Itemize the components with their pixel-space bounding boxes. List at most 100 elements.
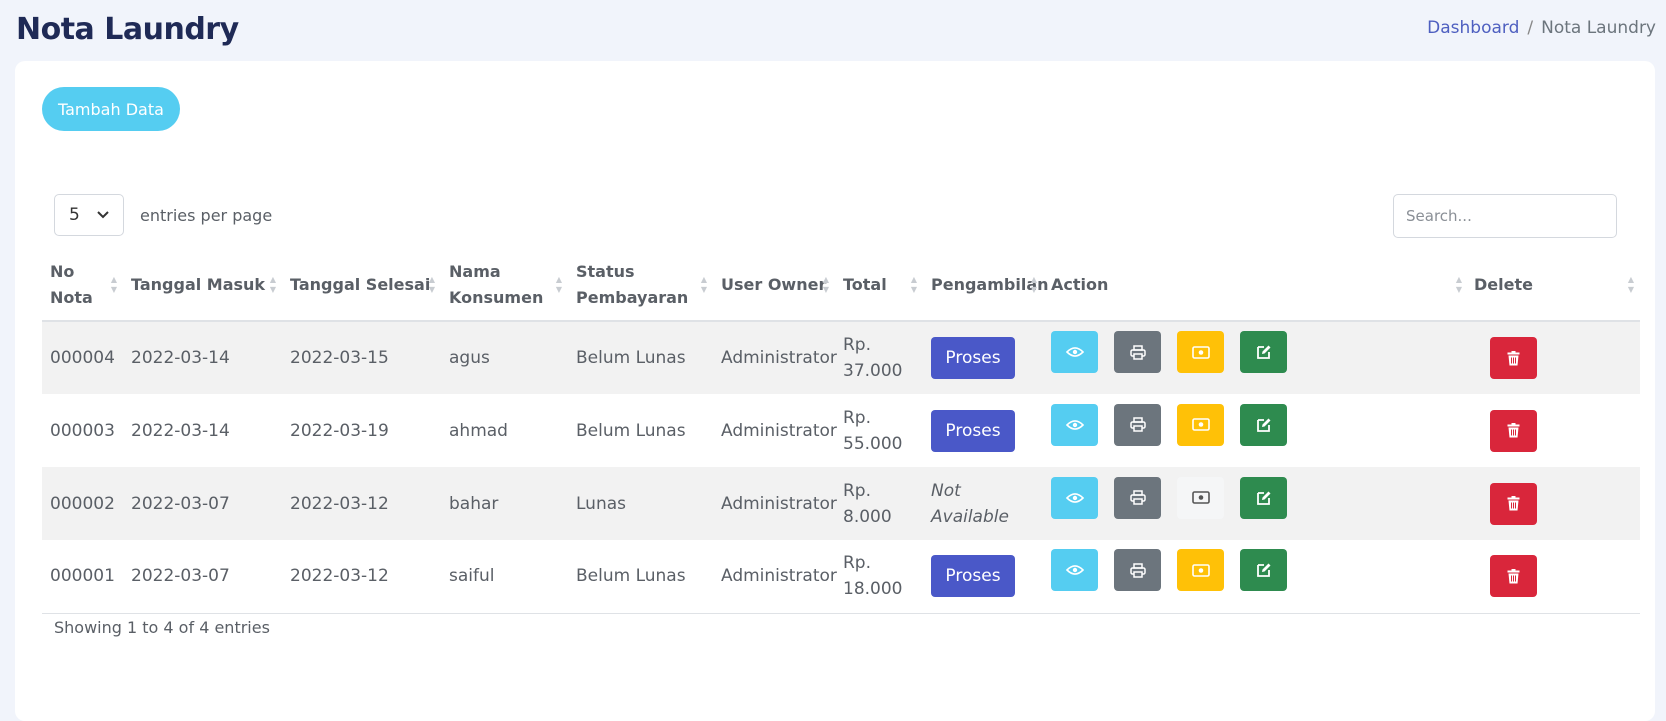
edit-icon bbox=[1256, 562, 1272, 578]
cell-nama: agus bbox=[449, 348, 490, 368]
entries-control: 5 entries per page bbox=[54, 194, 272, 236]
cell-no: 000004 bbox=[50, 348, 115, 368]
delete-button[interactable] bbox=[1490, 409, 1537, 452]
column-header-label: Total bbox=[843, 274, 887, 294]
table-row: 000003 2022-03-14 2022-03-19 ahmad Belum Lun… bbox=[42, 394, 1640, 467]
column-header-total[interactable]: Total ▲ ▼ bbox=[835, 249, 923, 322]
not-available-text: Not Available bbox=[931, 480, 1009, 527]
cell-owner: Administrator bbox=[721, 420, 837, 441]
sort-icon: ▲ ▼ bbox=[110, 274, 117, 294]
sort-icon: ▲ ▼ bbox=[428, 274, 435, 294]
cell-delete bbox=[1466, 467, 1640, 540]
trash-icon bbox=[1507, 350, 1520, 366]
cell-selesai: 2022-03-12 bbox=[290, 493, 389, 514]
cell-no: 000003 bbox=[50, 420, 115, 441]
chevron-down-icon bbox=[97, 208, 109, 222]
column-header-label: Tanggal Masuk bbox=[131, 274, 266, 294]
print-button[interactable] bbox=[1114, 476, 1161, 519]
column-header-label: Nama Konsumen bbox=[449, 261, 544, 307]
column-header-label: Tanggal Selesai bbox=[290, 274, 431, 294]
entries-per-page-select[interactable]: 5 bbox=[54, 194, 124, 236]
print-button[interactable] bbox=[1114, 331, 1161, 373]
payment-button[interactable] bbox=[1177, 403, 1224, 446]
edit-icon bbox=[1256, 344, 1272, 360]
edit-button[interactable] bbox=[1240, 549, 1287, 592]
sort-icon: ▲ ▼ bbox=[555, 274, 562, 294]
cell-masuk: 2022-03-14 bbox=[131, 420, 230, 441]
delete-button[interactable] bbox=[1490, 337, 1537, 379]
cell-status: Belum Lunas bbox=[576, 348, 686, 368]
cell-pengambilan: Proses bbox=[923, 394, 1043, 467]
table-body: 000004 2022-03-14 2022-03-15 agus Belum Luna… bbox=[42, 321, 1640, 614]
money-icon bbox=[1191, 563, 1210, 577]
breadcrumb-current: Nota Laundry bbox=[1541, 18, 1656, 38]
printer-icon bbox=[1129, 417, 1146, 432]
search-input[interactable] bbox=[1393, 194, 1617, 238]
add-data-button[interactable]: Tambah Data bbox=[42, 87, 180, 131]
payment-button[interactable] bbox=[1177, 331, 1224, 373]
proses-button[interactable]: Proses bbox=[931, 337, 1015, 379]
view-button[interactable] bbox=[1051, 549, 1098, 592]
column-header-label: Status Pembayaran bbox=[576, 261, 689, 307]
column-header-pengambilan[interactable]: Pengambilan ▲ ▼ bbox=[923, 249, 1049, 322]
edit-button[interactable] bbox=[1240, 476, 1287, 519]
trash-icon bbox=[1507, 423, 1520, 438]
table-info: Showing 1 to 4 of 4 entries bbox=[54, 618, 270, 637]
payment-button[interactable] bbox=[1177, 549, 1224, 592]
table-row: 000004 2022-03-14 2022-03-15 agus Belum Luna… bbox=[42, 321, 1640, 394]
delete-button[interactable] bbox=[1490, 555, 1537, 598]
cell-action bbox=[1043, 467, 1466, 540]
column-header-user-owner[interactable]: User Owner ▲ ▼ bbox=[713, 249, 835, 322]
column-header-label: User Owner bbox=[721, 274, 827, 294]
cell-pengambilan: Not Available bbox=[923, 467, 1043, 540]
column-header-label: Action bbox=[1051, 274, 1109, 294]
nota-table: No Nota ▲ ▼ Tanggal Masuk ▲ ▼ Tanggal Selesai ▲… bbox=[42, 249, 1640, 614]
cell-selesai: 2022-03-19 bbox=[290, 420, 389, 441]
cell-total: Rp. 8.000 bbox=[843, 480, 892, 527]
cell-no: 000001 bbox=[42, 540, 123, 614]
view-button[interactable] bbox=[1051, 331, 1098, 373]
cell-pengambilan: Proses bbox=[923, 321, 1043, 394]
view-button[interactable] bbox=[1051, 476, 1098, 519]
table-row: 000002 2022-03-07 2022-03-12 bahar Lunas Admi… bbox=[42, 467, 1640, 540]
print-button[interactable] bbox=[1114, 549, 1161, 592]
cell-delete bbox=[1466, 394, 1640, 467]
breadcrumb: Dashboard / Nota Laundry bbox=[1427, 18, 1656, 38]
column-header-delete[interactable]: Delete ▲ ▼ bbox=[1466, 249, 1640, 322]
money-icon bbox=[1191, 491, 1210, 504]
proses-button[interactable]: Proses bbox=[931, 555, 1015, 598]
cell-masuk: 2022-03-07 bbox=[131, 493, 230, 514]
cell-delete bbox=[1466, 321, 1640, 394]
view-button[interactable] bbox=[1051, 403, 1098, 446]
print-button[interactable] bbox=[1114, 403, 1161, 446]
delete-button[interactable] bbox=[1490, 482, 1537, 525]
cell-status: Lunas bbox=[576, 493, 626, 514]
column-header-nama-konsumen[interactable]: Nama Konsumen ▲ ▼ bbox=[441, 249, 568, 322]
column-header-status-pembayaran[interactable]: Status Pembayaran ▲ ▼ bbox=[568, 249, 713, 322]
trash-icon bbox=[1507, 568, 1520, 584]
cell-action bbox=[1043, 321, 1466, 394]
edit-button[interactable] bbox=[1240, 403, 1287, 446]
cell-owner: Administrator bbox=[721, 493, 837, 514]
cell-total: Rp. 55.000 bbox=[843, 407, 903, 454]
breadcrumb-separator: / bbox=[1527, 18, 1534, 38]
edit-button[interactable] bbox=[1240, 331, 1287, 373]
printer-icon bbox=[1129, 490, 1146, 505]
eye-icon bbox=[1065, 564, 1084, 576]
cell-total: Rp. 37.000 bbox=[843, 335, 903, 381]
column-header-no-nota[interactable]: No Nota ▲ ▼ bbox=[42, 249, 123, 322]
proses-button[interactable]: Proses bbox=[931, 409, 1015, 452]
column-header-tanggal-masuk[interactable]: Tanggal Masuk ▲ ▼ bbox=[123, 249, 282, 322]
trash-icon bbox=[1507, 496, 1520, 511]
column-header-label: No Nota bbox=[50, 261, 93, 307]
cell-nama: saiful bbox=[441, 540, 568, 614]
column-header-tanggal-selesai[interactable]: Tanggal Selesai ▲ ▼ bbox=[282, 249, 441, 322]
cell-delete bbox=[1466, 540, 1640, 614]
sort-icon: ▲ ▼ bbox=[910, 274, 917, 294]
breadcrumb-dashboard-link[interactable]: Dashboard bbox=[1427, 18, 1519, 38]
eye-icon bbox=[1065, 346, 1084, 358]
table-row: 000001 2022-03-07 2022-03-12 saiful Belum Lu… bbox=[42, 540, 1640, 614]
column-header-action[interactable]: Action ▲ ▼ bbox=[1043, 249, 1466, 322]
entries-value: 5 bbox=[69, 205, 80, 225]
cell-owner: Administrator bbox=[721, 348, 837, 368]
